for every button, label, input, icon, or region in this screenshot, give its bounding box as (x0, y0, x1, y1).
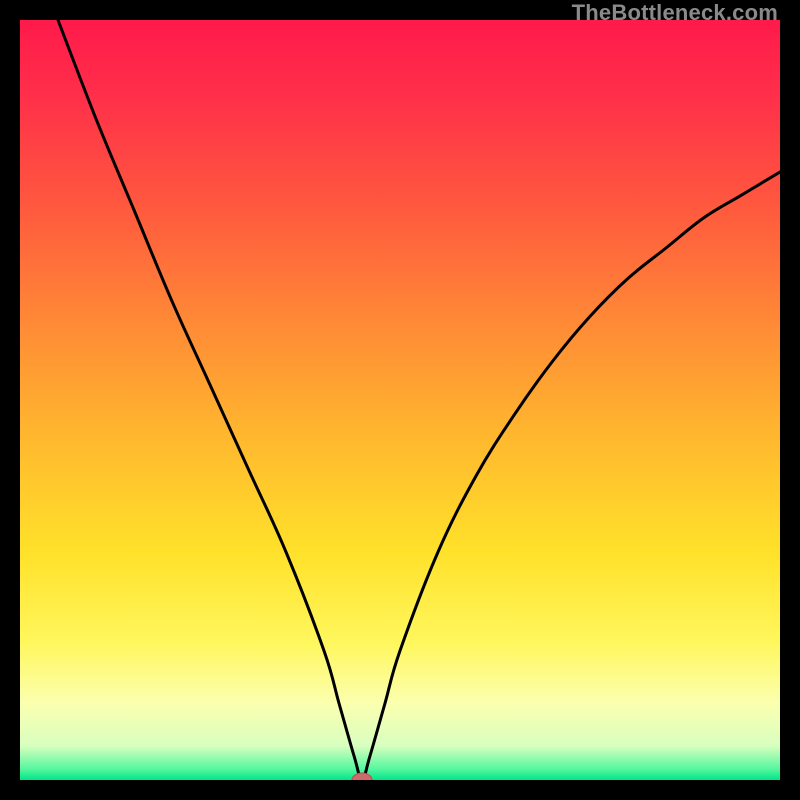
watermark-text: TheBottleneck.com (572, 0, 778, 26)
bottleneck-chart (20, 20, 780, 780)
gradient-background (20, 20, 780, 780)
chart-frame (20, 20, 780, 780)
